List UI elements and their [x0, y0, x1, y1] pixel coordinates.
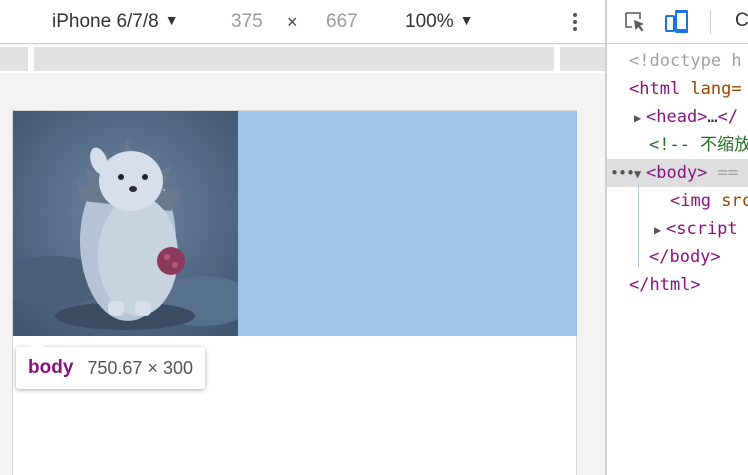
dom-node-html-close[interactable]: </html>: [607, 271, 748, 299]
toolbar-separator: [710, 10, 711, 34]
devtools-panel: C <!doctype h <html lang= ▶ <head>…</ <!-…: [607, 0, 748, 475]
dom-node-img[interactable]: <img src: [607, 187, 748, 215]
expand-triangle-icon[interactable]: ▶: [634, 104, 646, 132]
media-query-bar[interactable]: [0, 47, 28, 71]
hedgehog-image: [13, 111, 238, 336]
dom-node-body[interactable]: ••• ▼ <body> ==: [607, 159, 748, 187]
device-preview-pane: iPhone 6/7/8 ▼ 375 × 667 100% ▼ body 750…: [0, 0, 605, 475]
node-actions-icon[interactable]: •••: [610, 159, 635, 187]
dom-node-comment[interactable]: <!-- 不缩放: [607, 131, 748, 159]
more-options-button[interactable]: [565, 10, 585, 34]
tooltip-arrow: [30, 340, 44, 347]
viewport-width-input[interactable]: 375: [231, 11, 263, 33]
collapse-triangle-icon[interactable]: ▼: [634, 160, 646, 188]
media-query-bar[interactable]: [34, 47, 554, 71]
zoom-level: 100%: [405, 11, 454, 32]
element-tooltip: body 750.67 × 300: [16, 340, 205, 389]
emulated-viewport[interactable]: [12, 110, 577, 475]
inspect-element-icon[interactable]: [623, 10, 647, 34]
tab-console[interactable]: C: [735, 10, 748, 32]
tooltip-dimensions: 750.67 × 300: [87, 357, 193, 378]
zoom-dropdown-caret-icon: ▼: [459, 12, 474, 28]
dimension-separator: ×: [287, 12, 298, 32]
media-query-ruler: [0, 45, 605, 73]
media-query-bar[interactable]: [560, 47, 605, 71]
device-dropdown-caret-icon: ▼: [164, 12, 179, 28]
dom-node-html[interactable]: <html lang=: [607, 75, 748, 103]
dom-node-doctype[interactable]: <!doctype h: [607, 47, 748, 75]
dom-node-body-close[interactable]: </body>: [607, 243, 748, 271]
device-toolbar-icon[interactable]: [665, 8, 691, 36]
dom-node-script[interactable]: ▶ <script: [607, 215, 748, 243]
device-toolbar: iPhone 6/7/8 ▼ 375 × 667 100% ▼: [0, 0, 605, 44]
vertical-dots-icon: [573, 13, 577, 17]
viewport-height-input[interactable]: 667: [326, 11, 358, 33]
tooltip-tag-name: body: [28, 357, 74, 378]
device-name: iPhone 6/7/8: [52, 11, 159, 32]
zoom-select-dropdown[interactable]: 100% ▼: [405, 11, 473, 33]
dom-node-head[interactable]: ▶ <head>…</: [607, 103, 748, 131]
device-select-dropdown[interactable]: iPhone 6/7/8 ▼: [52, 11, 179, 33]
expand-triangle-icon[interactable]: ▶: [654, 216, 666, 244]
devtools-toolbar: C: [607, 0, 748, 44]
